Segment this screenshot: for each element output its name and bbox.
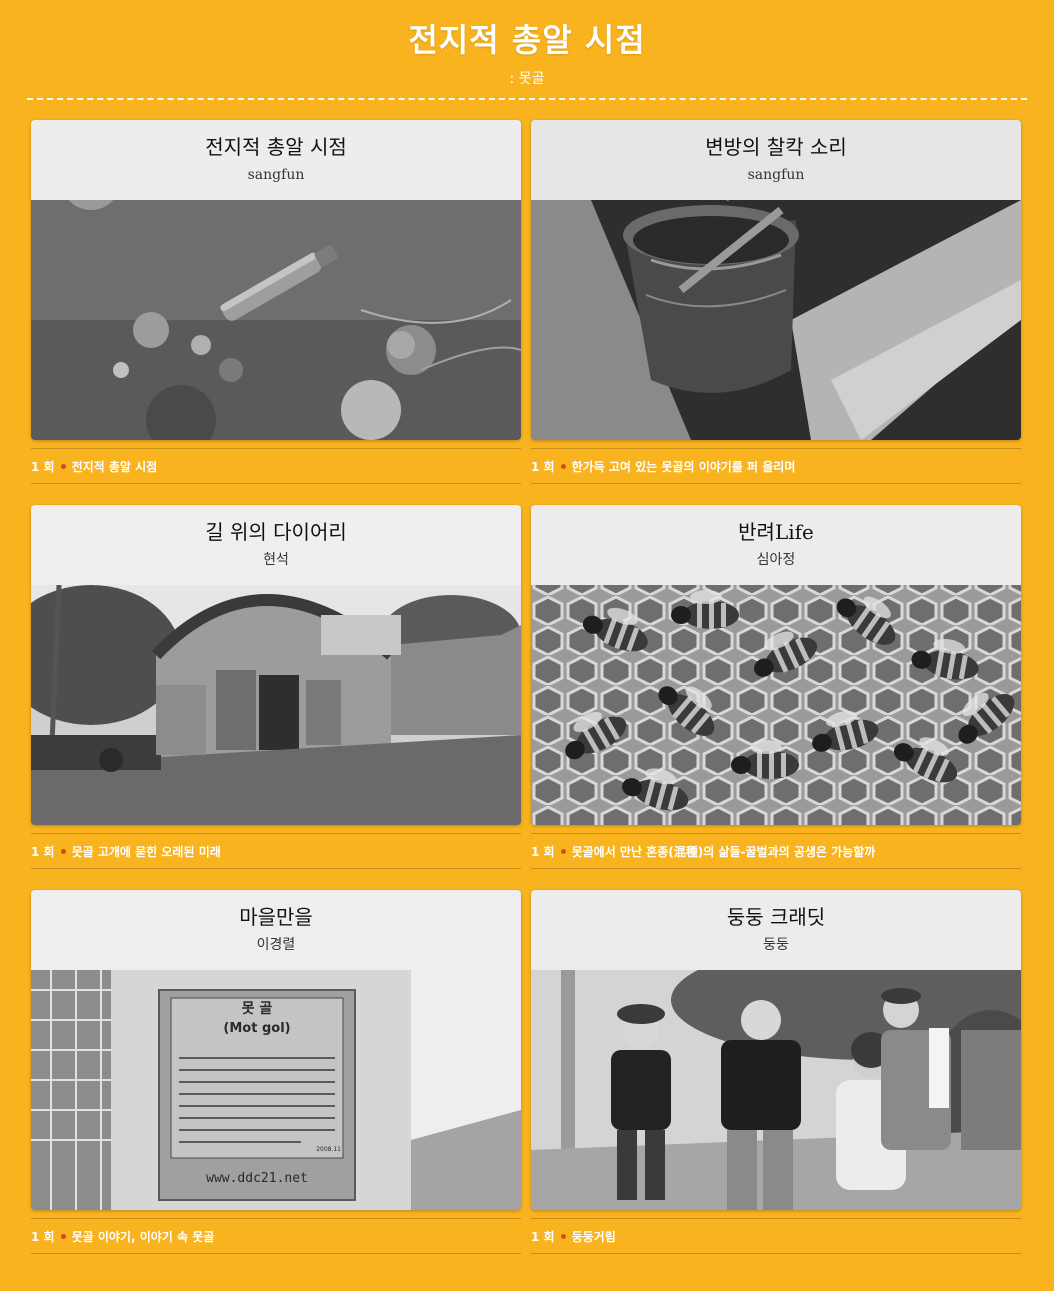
episode-title[interactable]: 못골 고개에 묻힌 오래된 미래 [72, 843, 221, 860]
episode-link[interactable]: 1 회 못골에서 만난 혼종(混種)의 삶들-꿀벌과의 공생은 가능할까 [531, 833, 1021, 869]
bullet-dot-icon [560, 1233, 566, 1239]
episode-link[interactable]: 1 회 못골 고개에 묻힌 오래된 미래 [31, 833, 521, 869]
bullet-dot-icon [60, 463, 66, 469]
series-card-header: 마을만을 이경렬 [31, 890, 521, 970]
series-card-link[interactable]: 변방의 찰칵 소리 sangfun [531, 120, 1021, 440]
series-card-header: 변방의 찰칵 소리 sangfun [531, 120, 1021, 200]
series-card-link[interactable]: 못 골 (Mot gol) 2008.11 www.ddc21.net 마을만을… [31, 890, 521, 1210]
episode-link[interactable]: 1 회 전지적 총알 시점 [31, 448, 521, 484]
series-card-header: 전지적 총알 시점 sangfun [31, 120, 521, 200]
bullet-dot-icon [60, 848, 66, 854]
series-card: 변방의 찰칵 소리 sangfun 1 회 한가득 고여 있는 못골의 이야기를… [531, 120, 1021, 485]
sign-url: www.ddc21.net [206, 1171, 308, 1186]
episode-title[interactable]: 못골 이야기, 이야기 속 못골 [72, 1228, 215, 1245]
page-title[interactable]: 전지적 총알 시점 [0, 20, 1054, 60]
bullet-dot-icon [560, 848, 566, 854]
episode-title[interactable]: 둥둥거림 [572, 1228, 616, 1245]
page-header: 전지적 총알 시점 : 못골 [0, 0, 1054, 87]
episode-link[interactable]: 1 회 한가득 고여 있는 못골의 이야기를 퍼 올리며 [531, 448, 1021, 484]
series-card: 못 골 (Mot gol) 2008.11 www.ddc21.net 마을만을… [31, 890, 521, 1255]
series-card-link[interactable]: 전지적 총알 시점 sangfun [31, 120, 521, 440]
bullet-dot-icon [60, 1233, 66, 1239]
series-title[interactable]: 전지적 총알 시점 [31, 120, 521, 160]
series-author: 현석 [263, 552, 289, 568]
dashed-divider [27, 98, 1027, 100]
bullet-dot-icon [560, 463, 566, 469]
episode-title[interactable]: 전지적 총알 시점 [72, 458, 158, 475]
episode-number: 1 회 [31, 844, 55, 859]
sign-date: 2008.11 [316, 1146, 341, 1153]
episode-link[interactable]: 1 회 못골 이야기, 이야기 속 못골 [31, 1218, 521, 1254]
sign-heading: 못 골 [241, 1001, 273, 1017]
series-card: 전지적 총알 시점 sangfun 1 회 전지적 총알 시점 [31, 120, 521, 485]
series-author: 이경렬 [256, 937, 296, 953]
series-card-link[interactable]: 둥둥 크래딧 둥둥 [531, 890, 1021, 1210]
page-subtitle: : 못골 [509, 71, 545, 87]
series-card-header: 둥둥 크래딧 둥둥 [531, 890, 1021, 970]
episode-number: 1 회 [531, 459, 555, 474]
series-card-link[interactable]: 반려Life 심아정 [531, 505, 1021, 825]
series-card-link[interactable]: 길 위의 다이어리 현석 [31, 505, 521, 825]
episode-number: 1 회 [31, 459, 55, 474]
episode-number: 1 회 [531, 844, 555, 859]
episode-link[interactable]: 1 회 둥둥거림 [531, 1218, 1021, 1254]
episode-title[interactable]: 못골에서 만난 혼종(混種)의 삶들-꿀벌과의 공생은 가능할까 [572, 843, 876, 860]
series-card: 길 위의 다이어리 현석 1 회 못골 고개에 묻힌 오래된 미래 [31, 505, 521, 870]
series-title[interactable]: 반려Life [531, 505, 1021, 545]
series-card: 둥둥 크래딧 둥둥 1 회 둥둥거림 [531, 890, 1021, 1255]
series-card-header: 길 위의 다이어리 현석 [31, 505, 521, 585]
series-title[interactable]: 변방의 찰칵 소리 [531, 120, 1021, 160]
series-card-header: 반려Life 심아정 [531, 505, 1021, 585]
series-title[interactable]: 마을만을 [31, 890, 521, 930]
episode-number: 1 회 [531, 1229, 555, 1244]
series-author: sangfun [247, 167, 305, 183]
series-author: sangfun [747, 167, 805, 183]
series-title[interactable]: 둥둥 크래딧 [531, 890, 1021, 930]
series-author: 심아정 [756, 552, 796, 568]
series-grid: 전지적 총알 시점 sangfun 1 회 전지적 총알 시점 변방의 찰칵 소… [31, 120, 1021, 1255]
sign-romanization: (Mot gol) [223, 1021, 291, 1036]
episode-number: 1 회 [31, 1229, 55, 1244]
episode-title[interactable]: 한가득 고여 있는 못골의 이야기를 퍼 올리며 [572, 458, 796, 475]
series-title[interactable]: 길 위의 다이어리 [31, 505, 521, 545]
series-card: 반려Life 심아정 1 회 못골에서 만난 혼종(混種)의 삶들-꿀벌과의 공… [531, 505, 1021, 870]
series-author: 둥둥 [763, 937, 789, 953]
